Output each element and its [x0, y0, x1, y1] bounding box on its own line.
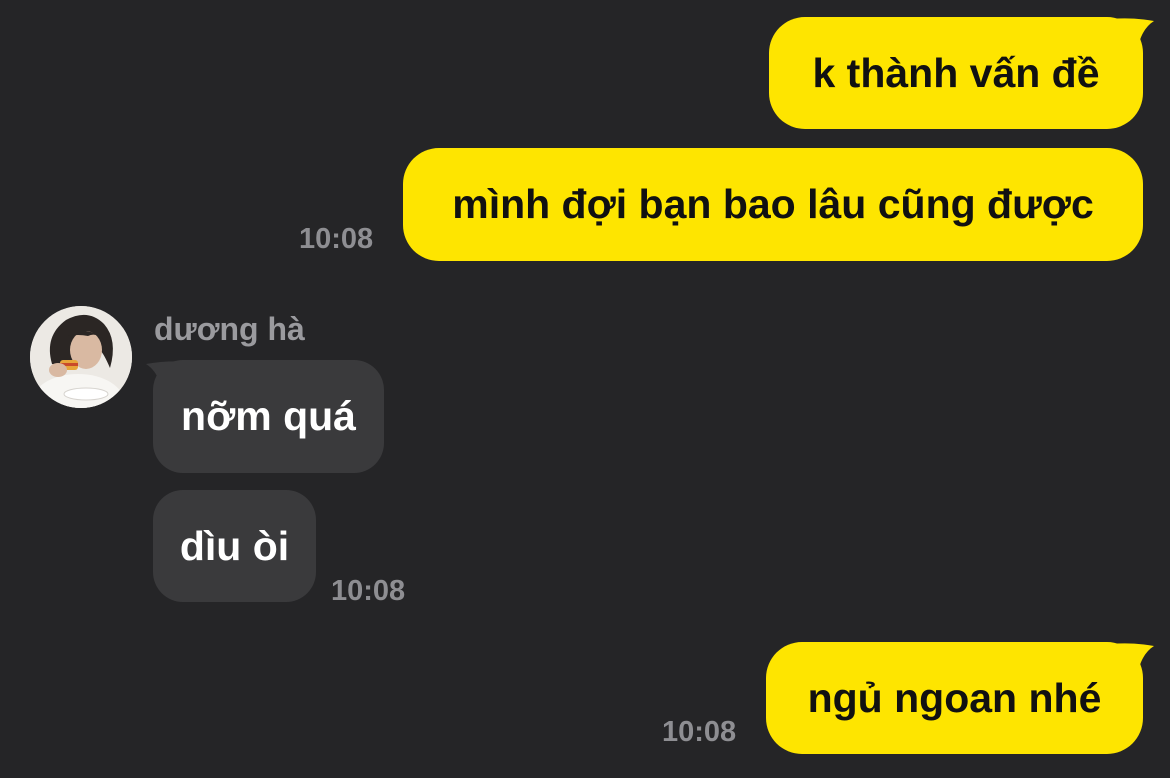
message-timestamp: 10:08: [299, 223, 374, 255]
bubble-tail: [146, 361, 190, 404]
message-timestamp: 10:08: [662, 716, 737, 748]
message-text: mình đợi bạn bao lâu cũng được: [452, 181, 1094, 227]
message-text: k thành vấn đề: [812, 49, 1100, 96]
bubble-tail: [1110, 643, 1154, 686]
avatar-photo-icon: [30, 306, 132, 408]
outgoing-message-bubble[interactable]: ngủ ngoan nhé: [766, 642, 1143, 754]
sender-name: dương hà: [154, 311, 305, 347]
chat-thread[interactable]: k thành vấn đề mình đợi bạn bao lâu cũng…: [0, 0, 1170, 778]
outgoing-message-bubble[interactable]: k thành vấn đề: [769, 17, 1143, 129]
outgoing-message-bubble[interactable]: mình đợi bạn bao lâu cũng được: [403, 148, 1143, 261]
message-timestamp: 10:08: [331, 575, 406, 607]
message-text: dìu òi: [179, 522, 290, 569]
bubble-tail: [1110, 18, 1154, 61]
message-text: ngủ ngoan nhé: [807, 674, 1102, 721]
user-avatar[interactable]: [30, 306, 132, 408]
message-text: nỡm quá: [181, 393, 356, 439]
incoming-message-bubble[interactable]: dìu òi: [153, 490, 316, 602]
